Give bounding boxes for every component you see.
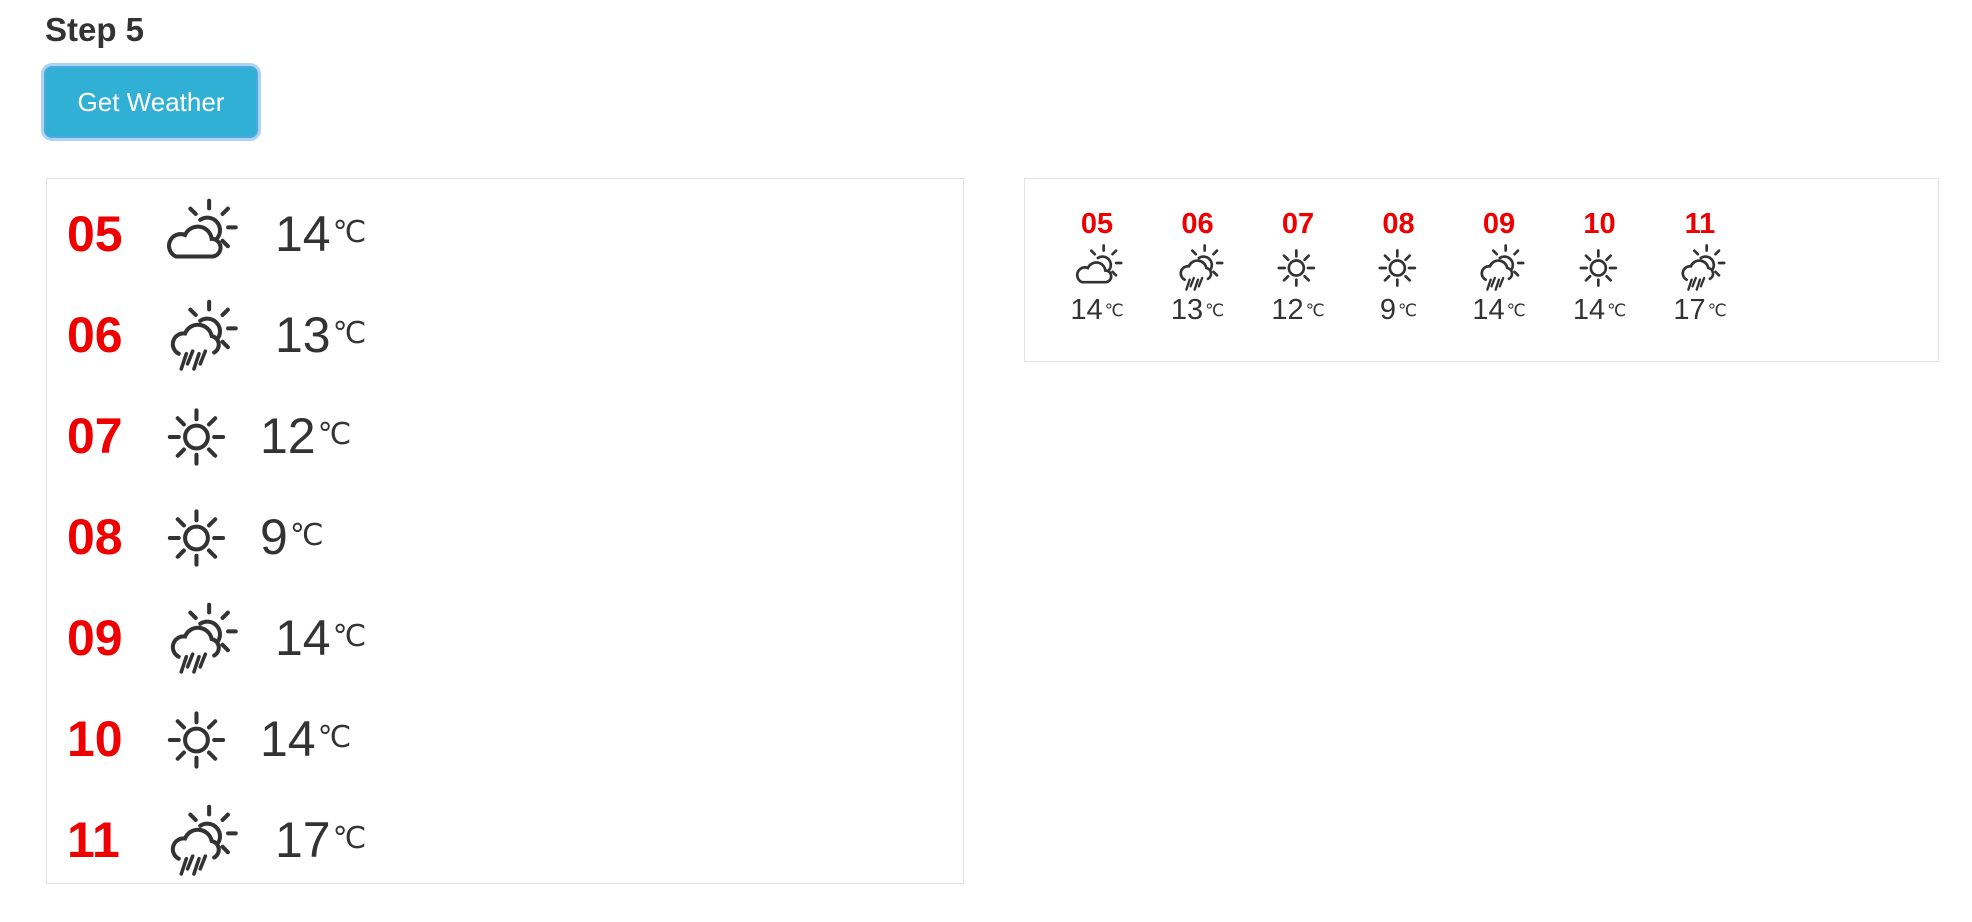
rain-cloud-sun-icon	[170, 804, 238, 876]
rain-cloud-sun-icon	[1681, 244, 1726, 291]
sun-icon	[1378, 249, 1416, 287]
celsius-unit: ℃	[332, 317, 367, 350]
forecast-strip-panel: 05 14 ℃ 06 13 ℃ 07 12 ℃ 08 9 ℃ 09 14 ℃ 10 14 ℃ 11 17 ℃	[1024, 178, 1939, 362]
temperature: 12℃	[1271, 294, 1325, 326]
temperature: 14℃	[275, 610, 367, 666]
sun-icon	[167, 408, 226, 466]
celsius-unit: ℃	[1707, 301, 1727, 320]
get-weather-button[interactable]: Get Weather	[44, 66, 258, 138]
day-number: 10	[67, 711, 123, 767]
temperature: 14℃	[1472, 294, 1526, 326]
day-number: 10	[1583, 208, 1616, 240]
day-number: 08	[1382, 208, 1415, 240]
sun-icon	[1277, 249, 1316, 287]
forecast-row: 05 14℃	[47, 179, 963, 279]
celsius-unit: ℃	[1506, 301, 1526, 320]
forecast-row: 10 14℃	[47, 684, 963, 784]
day-number: 06	[1181, 208, 1214, 240]
sun-icon	[167, 509, 226, 567]
temperature: 9℃	[1379, 294, 1418, 326]
temperature: 13℃	[275, 307, 367, 363]
day-number: 09	[1482, 208, 1516, 240]
temperature: 14℃	[260, 711, 352, 767]
celsius-unit: ℃	[1205, 301, 1225, 320]
day-number: 11	[1684, 208, 1716, 240]
temperature: 9℃	[260, 509, 324, 565]
celsius-unit: ℃	[332, 620, 367, 653]
forecast-list-panel: 05 14℃ 06 13℃ 07 12℃ 08 9℃ 09 14℃ 10 14℃ 11 17℃	[46, 178, 964, 884]
cloud-sun-icon	[166, 198, 238, 259]
celsius-unit: ℃	[332, 216, 367, 249]
forecast-row: 08 9℃	[47, 482, 963, 582]
sun-icon	[1579, 249, 1617, 287]
forecast-row: 07 12℃	[47, 381, 963, 481]
day-number: 06	[67, 307, 123, 363]
celsius-unit: ℃	[289, 519, 324, 552]
day-number: 08	[67, 509, 123, 565]
forecast-day-column: 05 14 ℃	[1057, 209, 1137, 325]
forecast-row: 11 17℃	[47, 785, 963, 885]
celsius-unit: ℃	[1607, 301, 1627, 320]
temperature: 14℃	[1572, 294, 1627, 326]
temperature: 14℃	[275, 206, 367, 262]
step-title: Step 5	[45, 11, 145, 48]
forecast-day-column: 07 12 ℃	[1258, 209, 1338, 325]
celsius-unit: ℃	[332, 822, 367, 855]
temperature: 17℃	[275, 812, 367, 868]
day-number: 11	[67, 812, 120, 868]
day-number: 07	[67, 408, 123, 464]
cloud-sun-icon	[1075, 244, 1123, 284]
day-number: 05	[67, 206, 123, 262]
forecast-row: 06 13℃	[47, 280, 963, 380]
sun-icon	[167, 711, 226, 769]
celsius-unit: ℃	[1305, 301, 1325, 320]
forecast-day-column: 09 14 ℃	[1459, 209, 1539, 325]
day-number: 07	[1281, 208, 1315, 240]
temperature: 12℃	[260, 408, 352, 464]
rain-cloud-sun-icon	[1480, 244, 1525, 291]
forecast-day-column: 06 13 ℃	[1158, 209, 1238, 325]
day-number: 05	[1080, 208, 1114, 240]
celsius-unit: ℃	[1398, 301, 1418, 320]
day-number: 09	[67, 610, 123, 666]
forecast-day-column: 08 9 ℃	[1359, 209, 1439, 325]
temperature: 14℃	[1070, 294, 1124, 326]
rain-cloud-sun-icon	[1179, 244, 1223, 291]
forecast-day-column: 11 17 ℃	[1660, 209, 1740, 325]
temperature: 17℃	[1673, 294, 1727, 326]
celsius-unit: ℃	[1104, 301, 1124, 320]
temperature: 13℃	[1170, 294, 1225, 326]
forecast-row: 09 14℃	[47, 583, 963, 683]
celsius-unit: ℃	[317, 721, 352, 754]
rain-cloud-sun-icon	[170, 299, 238, 371]
forecast-day-column: 10 14 ℃	[1560, 209, 1640, 325]
celsius-unit: ℃	[317, 418, 352, 451]
rain-cloud-sun-icon	[170, 602, 238, 674]
